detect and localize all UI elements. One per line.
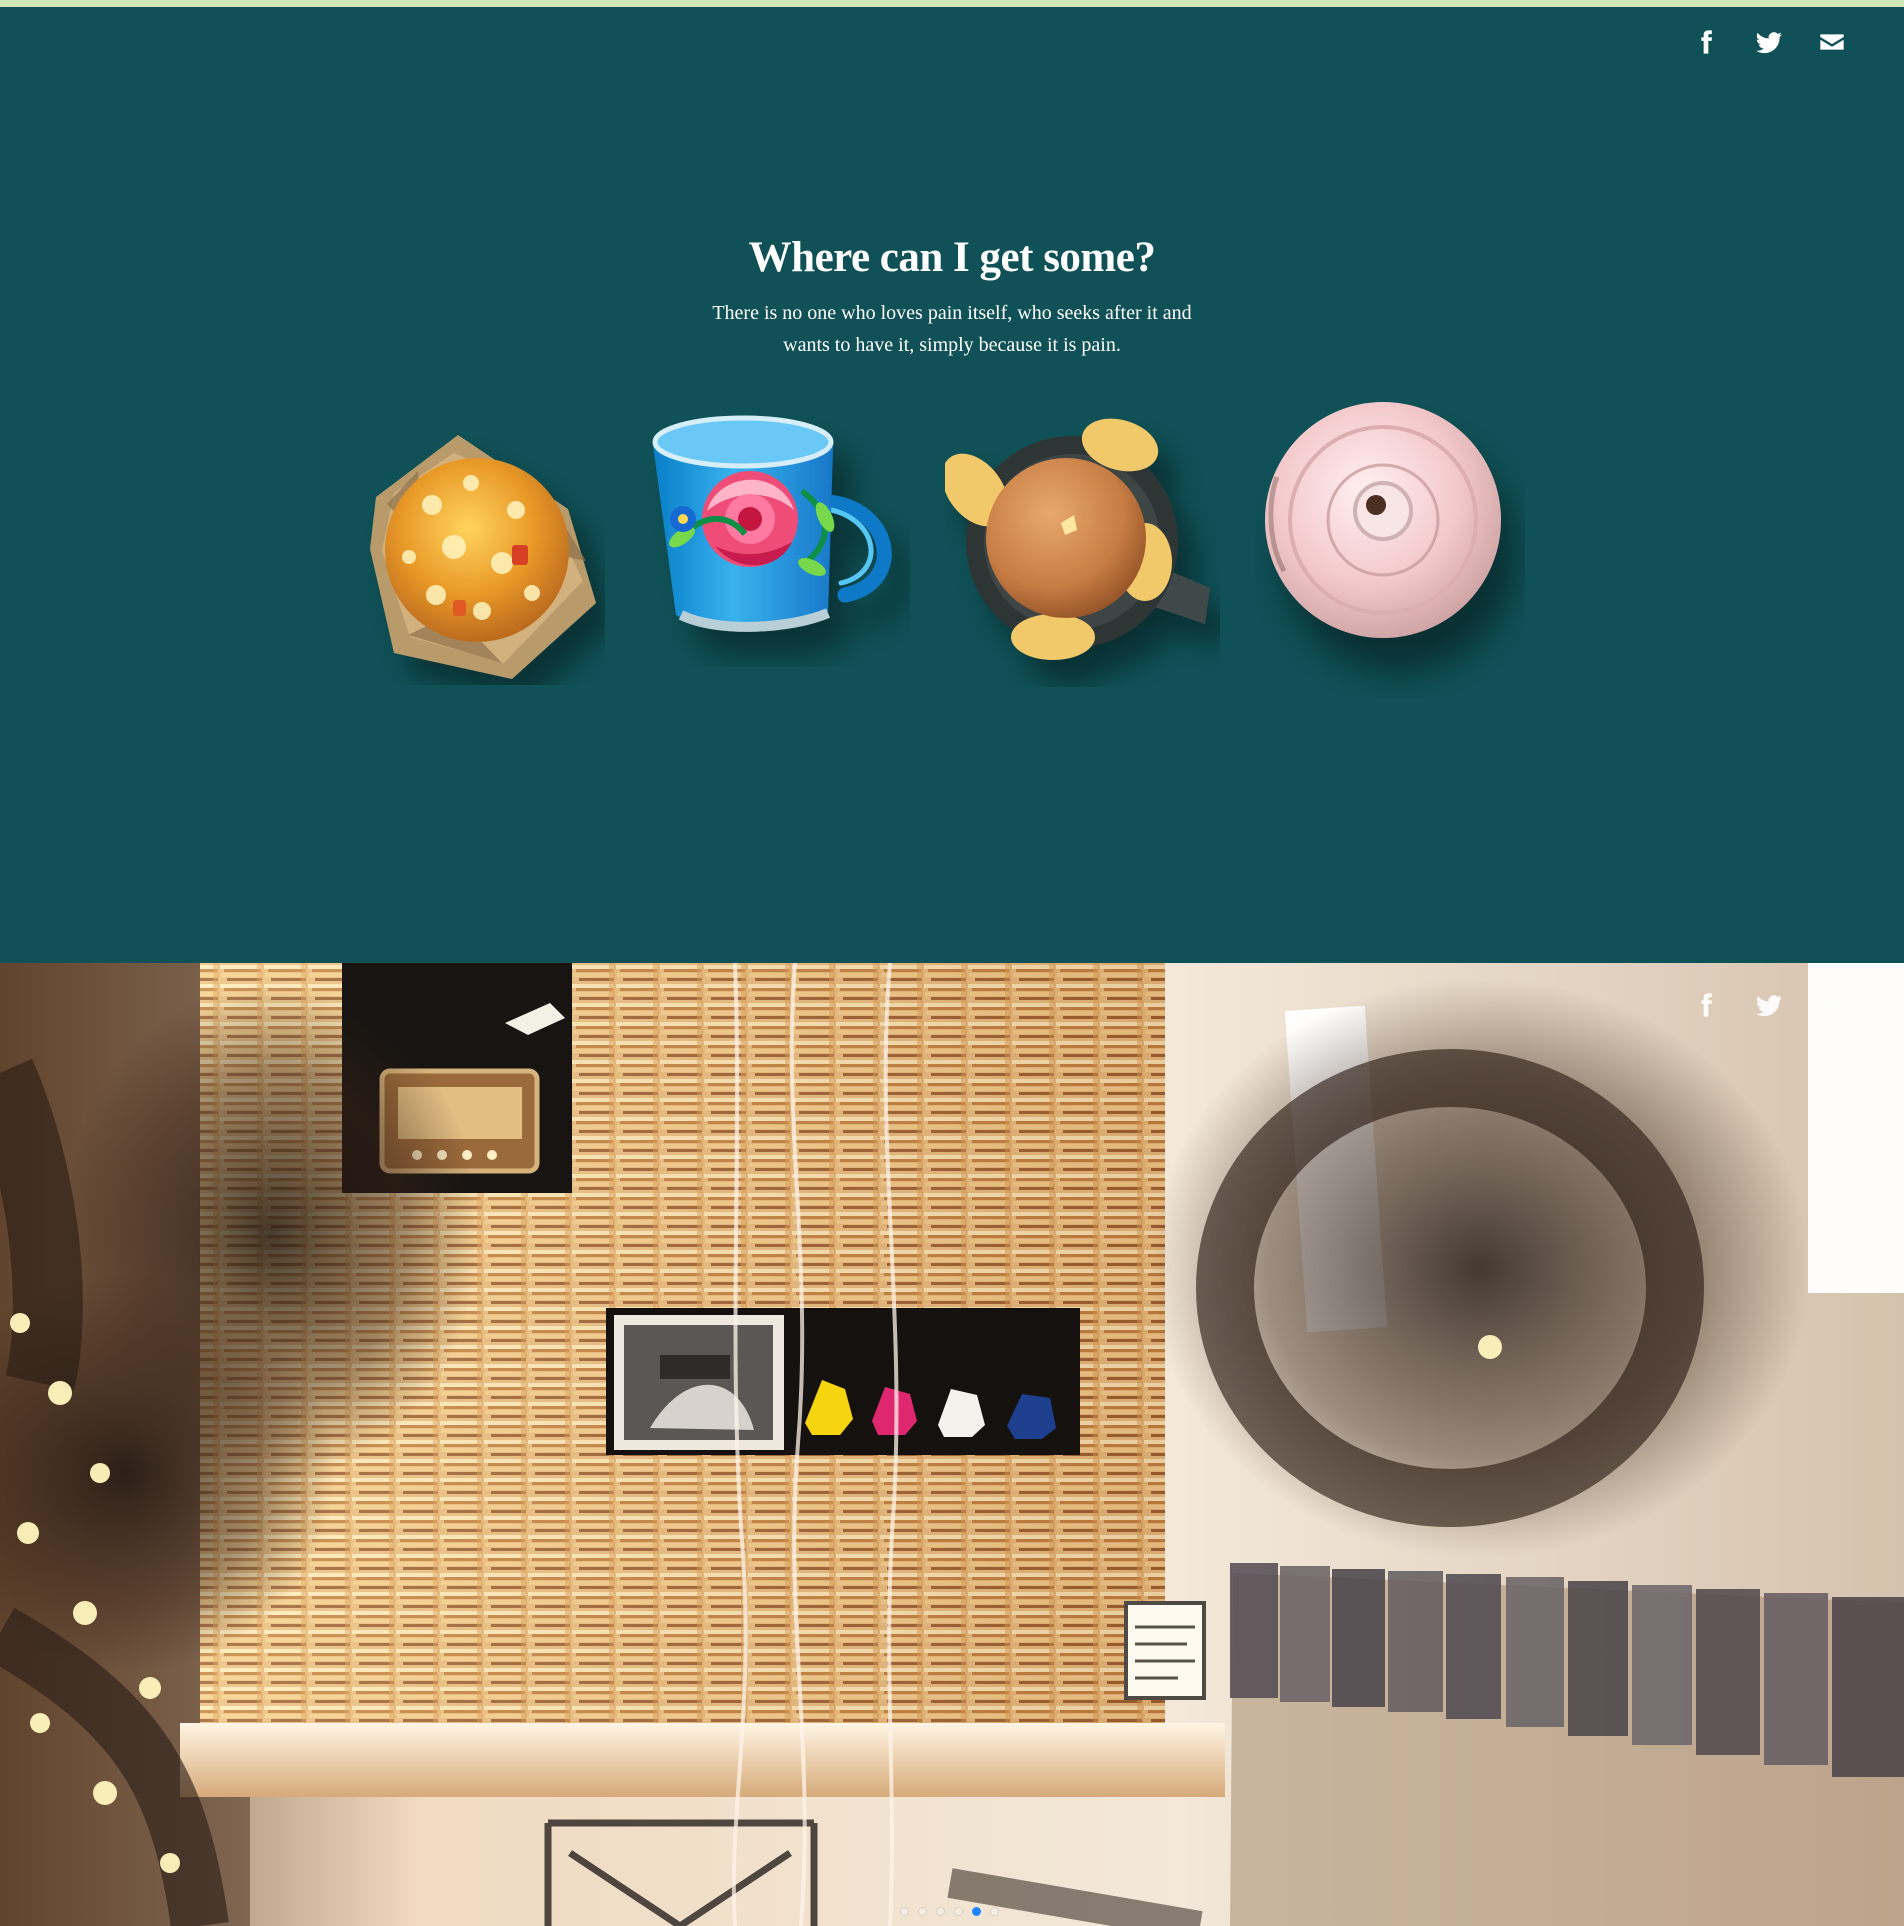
- gallery-dot-1[interactable]: [900, 1906, 909, 1916]
- landing-page: Where can I get some? There is no one wh…: [0, 0, 1904, 1926]
- hero-product-row: [0, 397, 1904, 717]
- facebook-link[interactable]: [1689, 25, 1723, 59]
- gallery-dot-5-active[interactable]: [972, 1906, 981, 1916]
- email-link-gallery[interactable]: [1815, 988, 1849, 1022]
- hero-title: Where can I get some?: [748, 234, 1156, 281]
- hero-section: Where can I get some? There is no one wh…: [0, 7, 1904, 963]
- email-icon: [1820, 997, 1844, 1013]
- gallery-dot-3[interactable]: [936, 1906, 945, 1916]
- gallery-slider: [0, 963, 1904, 1926]
- gallery-dot-4[interactable]: [954, 1906, 963, 1916]
- facebook-link-gallery[interactable]: [1689, 988, 1723, 1022]
- gallery-dot-2[interactable]: [918, 1906, 927, 1916]
- gallery-social-links: [1689, 988, 1849, 1022]
- bookstore-gallery-image: [0, 963, 1904, 1926]
- facebook-icon: [1701, 993, 1713, 1017]
- gallery-pagination: [900, 1905, 1010, 1917]
- twitter-link-gallery[interactable]: [1752, 988, 1786, 1022]
- facebook-icon: [1701, 30, 1713, 54]
- hero-body: There is no one who loves pain itself, w…: [712, 302, 1192, 357]
- twitter-icon: [1756, 995, 1782, 1017]
- flower-mug-icon: [652, 415, 892, 632]
- email-link[interactable]: [1815, 25, 1849, 59]
- email-icon: [1820, 34, 1844, 50]
- top-accent-bar: [0, 0, 1904, 7]
- gallery-dot-6[interactable]: [990, 1906, 999, 1916]
- sugar-bowl-icon: [1265, 402, 1501, 638]
- twitter-icon: [1756, 32, 1782, 54]
- top-social-links: [1689, 25, 1849, 59]
- twitter-link[interactable]: [1752, 25, 1786, 59]
- muffin-icon: [370, 435, 596, 679]
- hero-copy: Where can I get some? There is no one wh…: [0, 234, 1904, 361]
- tart-icon: [945, 418, 1210, 660]
